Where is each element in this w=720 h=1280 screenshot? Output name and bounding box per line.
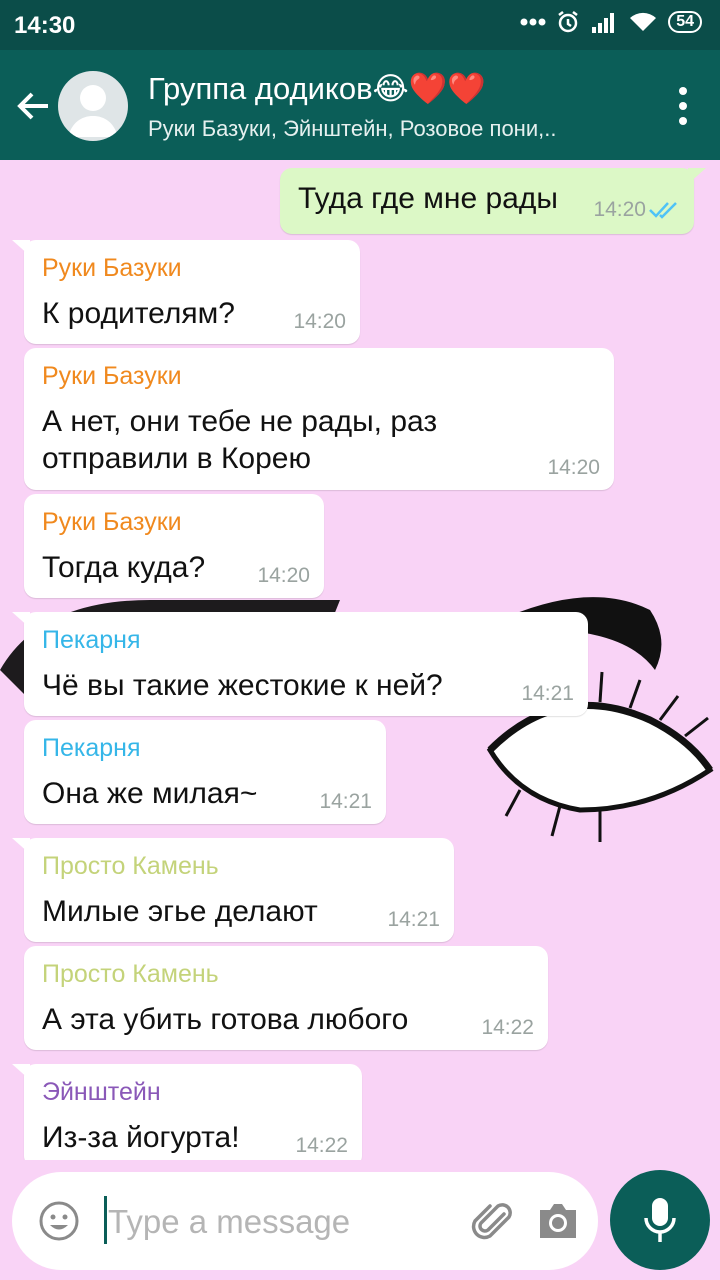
message-sender[interactable]: Пекарня (42, 734, 368, 763)
back-arrow-icon[interactable] (14, 86, 54, 126)
message-time: 14:22 (481, 1016, 534, 1039)
avatar-icon (68, 85, 118, 137)
message-sender[interactable]: Пекарня (42, 626, 570, 655)
bubble-tail (688, 168, 706, 184)
message-input[interactable] (108, 1198, 448, 1246)
signal-icon (592, 13, 615, 33)
emoji-icon[interactable] (38, 1200, 80, 1242)
more-dots-icon (520, 18, 546, 26)
text-cursor (104, 1196, 107, 1244)
wifi-icon (630, 12, 657, 31)
alarm-icon (558, 11, 578, 33)
message-time: 14:20 (257, 564, 310, 587)
more-vert-icon[interactable] (678, 86, 688, 126)
message-time: 14:20 (293, 310, 346, 333)
group-avatar[interactable] (58, 71, 128, 141)
message-text: А эта убить готова любого (42, 1003, 409, 1036)
message-list[interactable]: Туда где мне рады 14:20 Руки Базуки К ро… (0, 160, 720, 1160)
message-bubble-incoming[interactable]: Пекарня Чё вы такие жестокие к ней? 14:2… (12, 612, 588, 716)
message-bubble-incoming[interactable]: Просто Камень А эта убить готова любого … (24, 946, 548, 1050)
message-time: 14:20 (547, 456, 600, 479)
message-time: 14:21 (387, 908, 440, 931)
message-bubble-outgoing[interactable]: Туда где мне рады 14:20 (280, 168, 706, 234)
group-title[interactable]: Группа додиков😂❤️❤️ (148, 70, 486, 107)
bubble-tail (12, 612, 30, 628)
message-time: 14:21 (521, 682, 574, 705)
bubble-tail (12, 838, 30, 854)
bubble-tail (12, 240, 30, 256)
message-bubble-incoming[interactable]: Руки Базуки К родителям? 14:20 (12, 240, 360, 344)
message-bubble-incoming[interactable]: Руки Базуки Тогда куда? 14:20 (24, 494, 324, 598)
message-bubble-incoming[interactable]: Эйнштейн Из-за йогурта! 14:22 (12, 1064, 362, 1160)
message-sender[interactable]: Эйнштейн (42, 1078, 344, 1107)
status-time: 14:30 (14, 12, 76, 39)
message-time: 14:20 (593, 198, 646, 221)
message-sender[interactable]: Руки Базуки (42, 362, 596, 391)
message-sender[interactable]: Руки Базуки (42, 508, 306, 537)
message-sender[interactable]: Руки Базуки (42, 254, 342, 283)
status-bar: 14:30 54 (0, 0, 720, 50)
message-sender[interactable]: Просто Камень (42, 852, 436, 881)
camera-icon[interactable] (536, 1200, 580, 1242)
message-sender[interactable]: Просто Камень (42, 960, 530, 989)
message-text: А нет, они тебе не рады, раз отправили в… (42, 405, 438, 475)
battery-indicator: 54 (668, 11, 702, 33)
message-text: Милые эгье делают (42, 895, 318, 928)
mic-icon (644, 1198, 676, 1242)
message-bubble-incoming[interactable]: Пекарня Она же милая~ 14:21 (24, 720, 386, 824)
message-text: Чё вы такие жестокие к ней? (42, 669, 443, 702)
message-composer (12, 1172, 598, 1270)
message-bubble-incoming[interactable]: Просто Камень Милые эгье делают 14:21 (12, 838, 454, 942)
message-bubble-incoming[interactable]: Руки Базуки А нет, они тебе не рады, раз… (24, 348, 614, 490)
attach-icon[interactable] (470, 1198, 518, 1246)
chat-header: Группа додиков😂❤️❤️ Руки Базуки, Эйнштей… (0, 50, 720, 160)
group-members[interactable]: Руки Базуки, Эйнштейн, Розовое пони,.. (148, 116, 556, 142)
bubble-tail (12, 1064, 30, 1080)
double-check-icon (649, 202, 677, 219)
message-time: 14:21 (319, 790, 372, 813)
message-time: 14:22 (295, 1134, 348, 1157)
mic-button[interactable] (610, 1170, 710, 1270)
status-icons: 54 (520, 10, 702, 34)
